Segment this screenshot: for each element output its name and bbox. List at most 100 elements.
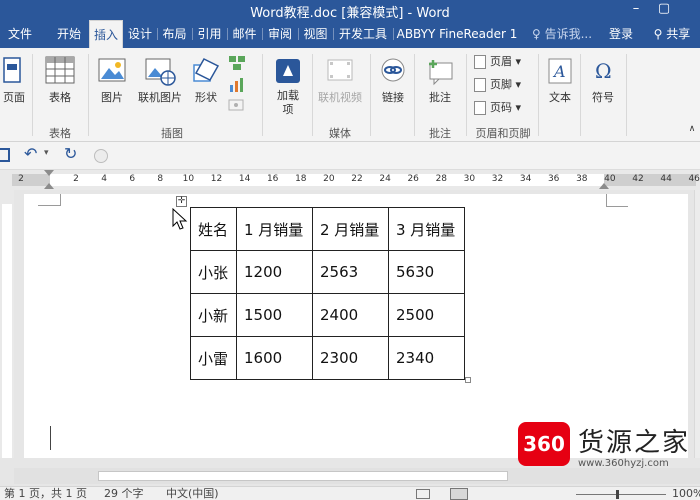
zoom-slider[interactable] xyxy=(576,494,666,495)
table-cell[interactable]: 3 月销量 xyxy=(388,207,465,251)
undo-dropdown-icon[interactable]: ▾ xyxy=(44,148,49,158)
addins-button[interactable]: 加载 项 xyxy=(268,56,308,117)
text-button[interactable]: A 文本 xyxy=(542,56,578,105)
tab-developer[interactable]: 开发工具 xyxy=(334,20,392,48)
table-cell[interactable]: 2563 xyxy=(312,250,389,294)
screenshot-icon xyxy=(228,99,244,111)
margin-corner-marker xyxy=(606,206,628,207)
tab-abbyy[interactable]: ABBYY FineReader 1 xyxy=(394,20,520,48)
table-cell[interactable]: 1500 xyxy=(236,293,313,337)
table-cell[interactable]: 2500 xyxy=(388,293,465,337)
tab-insert[interactable]: 插入 xyxy=(89,20,123,48)
redo-icon[interactable]: ↻ xyxy=(64,144,77,163)
group-separator xyxy=(370,54,371,136)
collapse-ribbon-icon[interactable]: ∧ xyxy=(686,124,698,134)
table-cell[interactable]: 1600 xyxy=(236,336,313,380)
horizontal-ruler[interactable]: 2 2 4 6 8 10 12 14 16 18 20 22 24 26 28 30 32 34 36 38 40 42 4… xyxy=(0,170,700,190)
table-cell[interactable]: 2 月销量 xyxy=(312,207,389,251)
table-cell[interactable]: 小新 xyxy=(190,293,237,337)
mouse-pointer-icon xyxy=(172,208,188,230)
tab-home[interactable]: 开始 xyxy=(48,20,90,48)
text-box-icon: A xyxy=(548,58,572,84)
horizontal-scroll-thumb[interactable] xyxy=(98,471,508,481)
group-label-illustrations: 插图 xyxy=(161,127,183,140)
tab-review[interactable]: 审阅 xyxy=(263,20,297,48)
ruler-tick-label: 14 xyxy=(238,174,251,184)
language-indicator[interactable]: 中文(中国) xyxy=(166,487,219,500)
page-number-icon xyxy=(474,101,486,115)
ruler-tick-label: 24 xyxy=(379,174,391,184)
right-indent-marker[interactable] xyxy=(599,183,609,189)
table-cell[interactable]: 5630 xyxy=(388,250,465,294)
tab-design[interactable]: 设计 xyxy=(124,20,156,48)
table-cell[interactable]: 姓名 xyxy=(190,207,237,251)
footer-icon xyxy=(474,78,486,92)
margin-corner-marker xyxy=(606,194,607,206)
tab-file[interactable]: 文件 xyxy=(0,20,40,48)
save-icon[interactable] xyxy=(0,148,10,162)
sales-table[interactable]: 姓名 1 月销量 2 月销量 3 月销量 小张 1200 2563 5630 小… xyxy=(190,207,465,380)
footer-button[interactable]: 页脚 ▾ xyxy=(474,75,521,95)
table-cell[interactable]: 小雷 xyxy=(190,336,237,380)
share-button[interactable]: ⚲ 共享 xyxy=(644,20,700,48)
ruler-tick-label: 16 xyxy=(266,174,279,184)
chart-button[interactable] xyxy=(226,76,248,94)
login-link[interactable]: 登录 xyxy=(602,20,640,48)
read-mode-icon[interactable] xyxy=(416,489,430,499)
first-line-indent-marker[interactable] xyxy=(44,170,54,176)
screenshot-button[interactable] xyxy=(226,98,248,112)
touch-mode-icon[interactable] xyxy=(94,149,108,163)
comment-button[interactable]: 批注 xyxy=(420,56,460,105)
page-number-button[interactable]: 页码 ▾ xyxy=(474,98,521,118)
table-cell[interactable]: 小张 xyxy=(190,250,237,294)
header-button[interactable]: 页眉 ▾ xyxy=(474,52,521,72)
hanging-indent-marker[interactable] xyxy=(44,183,54,189)
table-cell[interactable]: 1200 xyxy=(236,250,313,294)
store-icon xyxy=(276,59,300,83)
table-cell[interactable]: 2400 xyxy=(312,293,389,337)
tell-me-box[interactable]: ♀ 告诉我... xyxy=(526,20,598,48)
table-cell[interactable]: 2300 xyxy=(312,336,389,380)
table-cell[interactable]: 1 月销量 xyxy=(236,207,313,251)
zoom-level[interactable]: 100% xyxy=(672,487,700,500)
group-separator xyxy=(262,54,263,136)
status-bar: 第 1 页，共 1 页 29 个字 中文(中国) 100% xyxy=(0,486,700,500)
word-count[interactable]: 29 个字 xyxy=(104,487,144,500)
shapes-button[interactable]: 形状 xyxy=(188,56,224,105)
online-video-button[interactable]: 联机视频 xyxy=(314,56,366,105)
share-label: 共享 xyxy=(666,27,691,41)
table-move-handle-icon[interactable]: ✛ xyxy=(176,196,187,207)
online-pictures-button[interactable]: 联机图片 xyxy=(132,56,188,105)
smartart-button[interactable] xyxy=(226,54,248,72)
group-separator xyxy=(414,54,415,136)
ruler-tick-label: 10 xyxy=(182,174,195,184)
restore-button[interactable]: ▢ xyxy=(652,1,676,19)
vertical-ruler[interactable] xyxy=(0,190,14,458)
vertical-scrollbar[interactable] xyxy=(694,190,700,458)
links-button[interactable]: 链接 xyxy=(374,56,412,105)
person-icon: ⚲ xyxy=(653,27,663,41)
undo-icon[interactable]: ↶ xyxy=(24,144,37,163)
minimize-button[interactable]: – xyxy=(624,1,648,19)
tab-view[interactable]: 视图 xyxy=(299,20,332,48)
tab-references[interactable]: 引用 xyxy=(193,20,226,48)
print-layout-icon[interactable] xyxy=(450,488,468,500)
zoom-slider-thumb[interactable] xyxy=(616,490,619,499)
group-separator xyxy=(626,54,627,136)
pages-button[interactable]: 页面 xyxy=(0,56,28,105)
table-resize-handle-icon[interactable] xyxy=(465,377,471,383)
table-cell[interactable]: 2340 xyxy=(388,336,465,380)
pictures-button[interactable]: 图片 xyxy=(94,56,130,105)
page-count[interactable]: 第 1 页，共 1 页 xyxy=(4,487,87,500)
ruler-tick-label: 2 xyxy=(18,174,24,184)
ruler-tick-label: 18 xyxy=(295,174,307,184)
tab-mailings[interactable]: 邮件 xyxy=(228,20,261,48)
symbol-button[interactable]: Ω 符号 xyxy=(584,56,622,105)
table-icon xyxy=(45,56,75,84)
ruler-tick-label: 32 xyxy=(491,174,504,184)
ruler-tick-label: 20 xyxy=(323,174,335,184)
tab-layout[interactable]: 布局 xyxy=(158,20,191,48)
shapes-icon xyxy=(193,58,220,82)
table-button[interactable]: 表格 xyxy=(40,56,80,105)
lightbulb-icon: ♀ xyxy=(531,27,541,41)
